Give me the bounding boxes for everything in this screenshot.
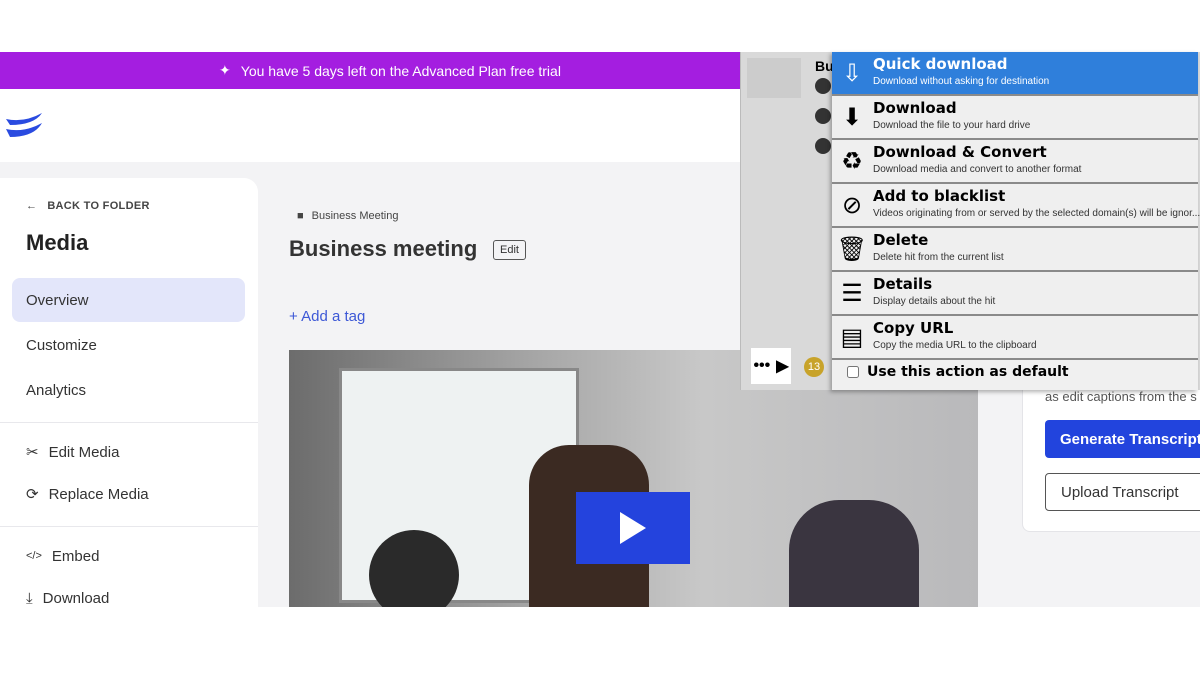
breadcrumb[interactable]: ■ Business Meeting	[297, 210, 398, 222]
menu-item-download[interactable]: ⬇ Download Download the file to your hard …	[832, 96, 1198, 140]
sparkle-icon: ✦	[219, 62, 231, 78]
page-title: Business meeting	[289, 236, 478, 261]
replace-media-button[interactable]: ⟳ Replace Media	[12, 472, 245, 516]
download-helper-popup: Bu ••• ▶ 13 ⇩ Quick download Download witho…	[740, 52, 1200, 390]
hit-thumbnail[interactable]	[747, 58, 801, 98]
menu-item-quick-download[interactable]: ⇩ Quick download Download without asking f…	[832, 52, 1198, 96]
hit-download-icon[interactable]	[815, 138, 831, 154]
action-menu: ⇩ Quick download Download without asking f…	[832, 52, 1200, 390]
menu-item-details[interactable]: ☰ Details Display details about the hit	[832, 272, 1198, 316]
upload-transcript-button[interactable]: Upload Transcript	[1045, 473, 1200, 511]
default-action-checkbox[interactable]: Use this action as default	[847, 364, 1069, 380]
hit-count-badge: 13	[804, 357, 824, 377]
hit-label: Bu	[815, 58, 834, 74]
play-icon	[620, 512, 646, 544]
trash-icon: 🗑	[836, 235, 868, 263]
sidebar: ← BACK TO FOLDER Media Overview Customize…	[0, 178, 258, 607]
add-tag-link[interactable]: + Add a tag	[289, 308, 365, 325]
trial-banner: ✦ You have 5 days left on the Advanced P…	[0, 52, 760, 89]
embed-button[interactable]: </> Embed	[12, 534, 245, 578]
nav-customize[interactable]: Customize	[12, 323, 245, 367]
nav-analytics[interactable]: Analytics	[12, 368, 245, 412]
arrow-left-icon: ←	[26, 200, 38, 212]
details-icon: ☰	[841, 279, 863, 307]
menu-item-delete[interactable]: 🗑 Delete Delete hit from the current list	[832, 228, 1198, 272]
divider	[0, 422, 258, 423]
copy-url-icon: ▤	[840, 323, 864, 351]
play-icon: ▶	[776, 358, 789, 375]
menu-item-blacklist[interactable]: ⊘ Add to blacklist Videos originating from…	[832, 184, 1200, 228]
menu-item-copy-url[interactable]: ▤ Copy URL Copy the media URL to the clipb…	[832, 316, 1198, 360]
edit-media-button[interactable]: ✂ Edit Media	[12, 430, 245, 474]
edit-title-button[interactable]: Edit	[493, 240, 526, 260]
checkbox[interactable]	[847, 366, 859, 378]
download-button[interactable]: ⤓ Download	[12, 576, 245, 607]
code-icon: </>	[26, 550, 42, 562]
download-convert-icon: ♻	[841, 147, 863, 175]
hit-download-icon[interactable]	[815, 108, 831, 124]
logo[interactable]	[4, 111, 44, 141]
download-icon: ⤓	[26, 589, 33, 607]
download-arrow-icon: ⬇	[841, 103, 863, 131]
blacklist-icon: ⊘	[841, 191, 863, 219]
hit-download-icon[interactable]	[815, 78, 831, 94]
lightning-download-icon: ⇩	[841, 59, 863, 87]
folder-icon: ■	[297, 210, 304, 222]
generate-transcript-button[interactable]: Generate Transcript	[1045, 420, 1200, 458]
nav-overview[interactable]: Overview	[12, 278, 245, 322]
scissors-icon: ✂	[26, 444, 39, 461]
ellipsis-icon: •••	[753, 357, 771, 374]
back-to-folder-link[interactable]: ← BACK TO FOLDER	[26, 200, 150, 212]
refresh-icon: ⟳	[26, 486, 39, 503]
audience	[789, 500, 919, 607]
more-controls[interactable]: ••• ▶	[751, 348, 791, 384]
divider	[0, 526, 258, 527]
sidebar-title: Media	[26, 230, 89, 255]
menu-item-download-convert[interactable]: ♻ Download & Convert Download media and co…	[832, 140, 1198, 184]
play-button[interactable]	[576, 492, 690, 564]
